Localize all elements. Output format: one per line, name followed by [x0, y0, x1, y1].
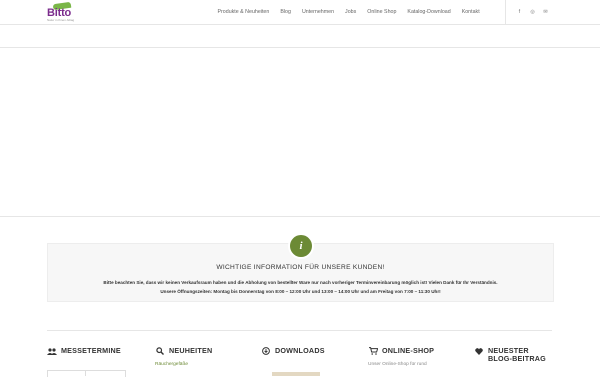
- heart-icon: [474, 347, 484, 355]
- neuheiten-first-item[interactable]: Räuchergefäße: [155, 362, 255, 367]
- widget-title-online-shop: ONLINE-SHOP: [382, 346, 435, 355]
- widget-title-blog: NEUESTER BLOG-BEITRAG: [488, 346, 546, 363]
- nav-item-blog[interactable]: Blog: [275, 0, 297, 24]
- facebook-icon[interactable]: f: [513, 0, 526, 24]
- widget-messetermine: MESSETERMINE: [47, 347, 147, 355]
- widget-online-shop: ONLINE-SHOP Unser Online-Shop für rund: [368, 346, 468, 368]
- nav-item-produkte[interactable]: Produkte & Neuheiten: [212, 0, 275, 24]
- widget-title-neuheiten: NEUHEITEN: [169, 346, 213, 355]
- nav-item-unternehmen[interactable]: Unternehmen: [296, 0, 339, 24]
- nav-item-katalog-download[interactable]: Katalog-Download: [402, 0, 456, 24]
- calendar-table[interactable]: [47, 370, 126, 377]
- nav-item-online-shop[interactable]: Online Shop: [362, 0, 402, 24]
- logo[interactable]: Bitto Natur in Ihrem Alltag: [47, 1, 87, 22]
- header-spacer: [0, 25, 600, 48]
- info-icon: i: [288, 233, 314, 259]
- hero-slider: [0, 48, 600, 217]
- widget-title-messetermine: MESSETERMINE: [61, 346, 121, 355]
- download-icon: [261, 347, 271, 355]
- cart-icon: [368, 347, 378, 355]
- instagram-icon[interactable]: ◎: [526, 0, 539, 24]
- online-shop-text: Unser Online-Shop für rund: [368, 362, 427, 367]
- widget-neuheiten: NEUHEITEN Räuchergefäße: [155, 346, 255, 368]
- nav-item-jobs[interactable]: Jobs: [340, 0, 362, 24]
- widget-downloads: DOWNLOADS: [261, 347, 361, 355]
- calendar-column-divider: [85, 370, 86, 376]
- nav-divider: [505, 0, 506, 24]
- notice-text-2: Unsere Öffnungszeiten: Montag bis Donner…: [160, 289, 441, 294]
- mail-icon[interactable]: ✉: [539, 0, 552, 24]
- users-icon: [47, 347, 57, 355]
- widget-title-downloads: DOWNLOADS: [275, 346, 325, 355]
- site-header: Bitto Natur in Ihrem Alltag Produkte & N…: [0, 0, 600, 25]
- main-nav: Produkte & Neuheiten Blog Unternehmen Jo…: [212, 0, 485, 24]
- nav-item-kontakt[interactable]: Kontakt: [456, 0, 485, 24]
- search-icon: [155, 347, 165, 355]
- download-thumbnail[interactable]: [272, 372, 320, 376]
- notice-text-1: Bitte beachten Sie, dass wir keinen Verk…: [103, 280, 498, 285]
- section-divider: [47, 330, 552, 331]
- logo-tagline: Natur in Ihrem Alltag: [47, 18, 75, 22]
- notice-title: WICHTIGE INFORMATION FÜR UNSERE KUNDEN!: [216, 264, 385, 271]
- widget-blog: NEUESTER BLOG-BEITRAG: [474, 347, 554, 363]
